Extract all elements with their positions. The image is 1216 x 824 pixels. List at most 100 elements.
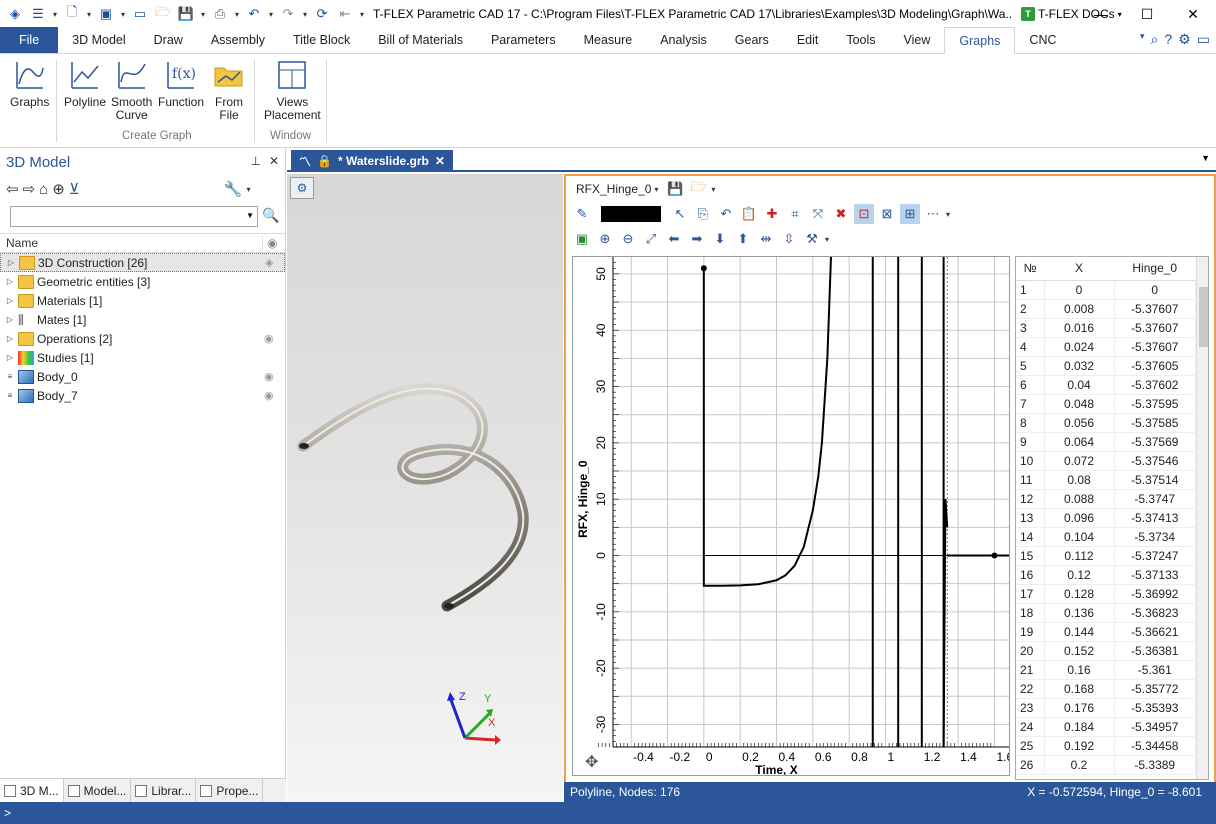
tab-measure[interactable]: Measure <box>570 27 647 53</box>
table-cell[interactable]: 0.016 <box>1044 318 1115 338</box>
pin-icon[interactable]: ⊥ <box>250 154 260 168</box>
dropdown-icon[interactable]: ▾ <box>266 3 276 25</box>
table-row[interactable]: 15 0.112 -5.37247 <box>1016 546 1196 566</box>
graph-data-table[interactable]: № X Hinge_0 1 0 0 2 0.008 -5.37607 3 0.016 -5.3760… <box>1015 256 1209 780</box>
dropdown-icon[interactable]: ▾ <box>198 3 208 25</box>
table-cell[interactable]: -5.37247 <box>1114 546 1196 566</box>
table-row[interactable]: 16 0.12 -5.37133 <box>1016 565 1196 585</box>
graph-plot-area[interactable]: -30 -20 -10 0 10 20 30 40 50 -0.4 -0.2 0 0.2 0.4 0.6 0.… <box>572 256 1013 777</box>
table-row[interactable]: 7 0.048 -5.37595 <box>1016 394 1196 414</box>
tree-item[interactable]: ▷ Materials [1] <box>0 291 285 310</box>
dropdown-icon[interactable]: ▾ <box>84 3 94 25</box>
zoom-window-icon[interactable]: ⤢ <box>641 229 661 249</box>
expand-icon[interactable]: ▷ <box>5 258 17 267</box>
tab-tools[interactable]: Tools <box>832 27 889 53</box>
table-cell[interactable]: 24 <box>1016 717 1045 737</box>
table-row[interactable]: 18 0.136 -5.36823 <box>1016 603 1196 623</box>
tab-3d-model[interactable]: 3D M... <box>0 779 64 802</box>
forward-arrow-icon[interactable]: ⇨ <box>23 180 36 198</box>
open-folder-icon[interactable]: 🗁 <box>688 179 708 199</box>
layout-icon[interactable]: ▭ <box>1197 31 1210 48</box>
3d-viewport[interactable]: ⚙ Z Y X <box>287 174 563 802</box>
smooth-curve-button[interactable]: Smooth Curve <box>111 58 152 122</box>
zoom-in-icon[interactable]: ⊕ <box>595 229 615 249</box>
tab-3d-model[interactable]: 3D Model <box>58 27 140 53</box>
table-cell[interactable]: 3 <box>1016 318 1045 338</box>
table-cell[interactable]: -5.36621 <box>1114 622 1196 642</box>
table-row[interactable]: 25 0.192 -5.34458 <box>1016 736 1196 756</box>
table-cell[interactable]: 10 <box>1016 451 1045 471</box>
table-cell[interactable]: 0.072 <box>1044 451 1115 471</box>
pan-down-icon[interactable]: ⬇ <box>710 229 730 249</box>
table-cell[interactable]: -5.37413 <box>1114 508 1196 528</box>
paste-icon[interactable]: 📋 <box>739 204 759 224</box>
table-cell[interactable]: 21 <box>1016 660 1045 680</box>
tab-draw[interactable]: Draw <box>140 27 197 53</box>
expand-icon[interactable]: ▷ <box>4 296 16 305</box>
function-button[interactable]: f(x) Function <box>158 58 204 109</box>
visibility-eye-icon[interactable]: ◉ <box>264 332 274 345</box>
table-cell[interactable]: 0.112 <box>1044 546 1115 566</box>
tab-gears[interactable]: Gears <box>721 27 783 53</box>
maximize-button[interactable]: ☐ <box>1124 0 1170 28</box>
table-cell[interactable]: -5.37585 <box>1114 413 1196 433</box>
table-cell[interactable]: -5.37602 <box>1114 375 1196 395</box>
table-cell[interactable]: 0.192 <box>1044 736 1115 756</box>
chevron-down-icon[interactable]: ▾ <box>1140 31 1145 48</box>
tab-view[interactable]: View <box>890 27 945 53</box>
gear-icon[interactable]: ⚙ <box>1178 31 1191 48</box>
table-cell[interactable]: 18 <box>1016 603 1045 623</box>
table-cell[interactable]: -5.34957 <box>1114 717 1196 737</box>
tree-item[interactable]: ▷ Operations [2] ◉ <box>0 329 285 348</box>
table-cell[interactable]: -5.37569 <box>1114 432 1196 452</box>
dropdown-icon[interactable]: ▾ <box>50 3 60 25</box>
save-icon[interactable]: 💾 <box>175 3 197 25</box>
tab-file[interactable]: File <box>0 27 59 53</box>
table-scrollbar[interactable] <box>1196 257 1208 779</box>
tab-edit[interactable]: Edit <box>783 27 833 53</box>
table-cell[interactable]: 4 <box>1016 337 1045 357</box>
table-cell[interactable]: -5.37607 <box>1114 337 1196 357</box>
table-row[interactable]: 13 0.096 -5.37413 <box>1016 508 1196 528</box>
table-cell[interactable]: -5.37607 <box>1114 318 1196 338</box>
delete-node-icon[interactable]: ✖ <box>831 204 851 224</box>
insert-node-icon[interactable]: ⌗ <box>785 204 805 224</box>
line-color-swatch[interactable] <box>601 206 661 222</box>
tab-libraries[interactable]: Librar... <box>131 779 197 802</box>
tab-parameters[interactable]: Parameters <box>477 27 570 53</box>
visibility-eye-icon[interactable]: ◈ <box>265 256 273 269</box>
table-row[interactable]: 11 0.08 -5.37514 <box>1016 470 1196 490</box>
tab-model-elements[interactable]: Model... <box>64 779 132 802</box>
table-cell[interactable]: 25 <box>1016 736 1045 756</box>
tree-item[interactable]: ▷ Studies [1] <box>0 348 285 367</box>
tab-graphs[interactable]: Graphs <box>944 27 1016 54</box>
from-file-button[interactable]: From File <box>212 58 246 122</box>
snap-curve-icon[interactable]: ⊠ <box>877 204 897 224</box>
table-cell[interactable]: 0.12 <box>1044 565 1115 585</box>
zoom-out-icon[interactable]: ⊖ <box>618 229 638 249</box>
table-row[interactable]: 9 0.064 -5.37569 <box>1016 432 1196 452</box>
table-cell[interactable]: 0.152 <box>1044 641 1115 661</box>
table-row[interactable]: 2 0.008 -5.37607 <box>1016 299 1196 319</box>
table-cell[interactable]: -5.37546 <box>1114 451 1196 471</box>
visibility-eye-icon[interactable]: ◉ <box>264 370 274 383</box>
close-button[interactable]: ✕ <box>1170 0 1216 28</box>
chevron-down-icon[interactable]: ▾ <box>946 210 950 219</box>
tab-title-block[interactable]: Title Block <box>279 27 364 53</box>
expand-icon[interactable]: ▷ <box>4 334 16 343</box>
table-cell[interactable]: 16 <box>1016 565 1045 585</box>
undo-icon[interactable]: ↶ <box>716 204 736 224</box>
table-cell[interactable]: 17 <box>1016 584 1045 604</box>
document-tab[interactable]: 〽 🔒 * Waterslide.grb ✕ <box>291 150 453 172</box>
table-cell[interactable]: -5.37514 <box>1114 470 1196 490</box>
menu-icon[interactable]: ☰ <box>27 3 49 25</box>
table-cell[interactable]: 1 <box>1016 280 1045 300</box>
table-cell[interactable]: 0.04 <box>1044 375 1115 395</box>
table-cell[interactable]: 0.136 <box>1044 603 1115 623</box>
table-row[interactable]: 24 0.184 -5.34957 <box>1016 717 1196 737</box>
table-cell[interactable]: 6 <box>1016 375 1045 395</box>
table-row[interactable]: 19 0.144 -5.36621 <box>1016 622 1196 642</box>
redo-icon[interactable]: ↷ <box>277 3 299 25</box>
table-cell[interactable]: 0.024 <box>1044 337 1115 357</box>
tab-analysis[interactable]: Analysis <box>646 27 721 53</box>
